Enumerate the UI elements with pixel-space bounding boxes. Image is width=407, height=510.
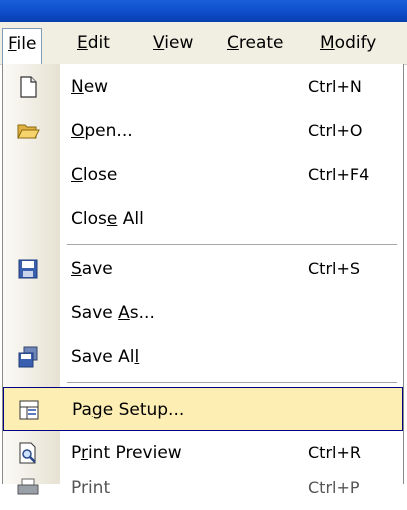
menu-item-label: Page Setup... (72, 400, 185, 420)
menu-modify[interactable]: Modify (315, 28, 381, 58)
menu-item-save-all[interactable]: Save All (3, 335, 403, 379)
printer-icon (16, 476, 40, 500)
menu-item-save[interactable]: Save Ctrl+S (3, 247, 403, 291)
menu-item-shortcut: Ctrl+P (308, 478, 360, 497)
menu-item-label: Close All (71, 209, 144, 229)
menu-separator (67, 244, 397, 245)
menu-item-label: Save As... (71, 303, 155, 323)
menu-label-post: odify (334, 33, 377, 53)
menu-item-label: Save All (71, 347, 140, 367)
menu-label-post: dit (87, 33, 110, 53)
menu-item-shortcut: Ctrl+F4 (308, 165, 370, 184)
menu-item-close[interactable]: Close Ctrl+F4 (3, 153, 403, 197)
menu-accelerator: F (8, 34, 17, 54)
menu-item-shortcut: Ctrl+N (308, 77, 362, 96)
file-dropdown-menu: New Ctrl+N Open... Ctrl+O Close Ctrl+F4 … (2, 64, 404, 498)
menu-item-open[interactable]: Open... Ctrl+O (3, 109, 403, 153)
menu-label-post: ile (16, 34, 37, 54)
menu-accelerator: M (320, 33, 335, 53)
menu-item-label: Print (71, 478, 111, 498)
menu-item-label: Open... (71, 121, 133, 141)
menu-item-label: Close (71, 165, 118, 185)
menu-label-post: iew (164, 33, 194, 53)
menu-item-label: Save (71, 259, 113, 279)
menu-separator (67, 382, 397, 383)
window-titlebar (0, 0, 407, 22)
menu-accelerator: V (153, 33, 165, 53)
menu-file[interactable]: File (2, 28, 43, 64)
menu-label-post: reate (238, 33, 284, 53)
menu-item-page-setup[interactable]: Page Setup... (3, 387, 403, 431)
save-disk-icon (16, 257, 40, 281)
menu-item-label: New (71, 77, 109, 97)
menu-accelerator: C (227, 33, 239, 53)
menu-create[interactable]: Create (222, 28, 289, 58)
menu-item-shortcut: Ctrl+S (308, 259, 361, 278)
menu-item-save-as[interactable]: Save As... (3, 291, 403, 335)
new-document-icon (16, 75, 40, 99)
open-folder-icon (16, 119, 40, 143)
menu-item-close-all[interactable]: Close All (3, 197, 403, 241)
save-all-icon (16, 345, 40, 369)
menu-edit[interactable]: Edit (72, 28, 115, 58)
menu-item-print[interactable]: Print Ctrl+P (3, 466, 403, 510)
menu-view[interactable]: View (148, 28, 198, 58)
menu-accelerator: E (77, 33, 88, 53)
print-preview-icon (16, 441, 40, 465)
menu-item-shortcut: Ctrl+O (308, 121, 363, 140)
menu-bar: File Edit View Create Modify (0, 22, 407, 65)
page-setup-icon (17, 398, 41, 422)
menu-item-new[interactable]: New Ctrl+N (3, 65, 403, 109)
